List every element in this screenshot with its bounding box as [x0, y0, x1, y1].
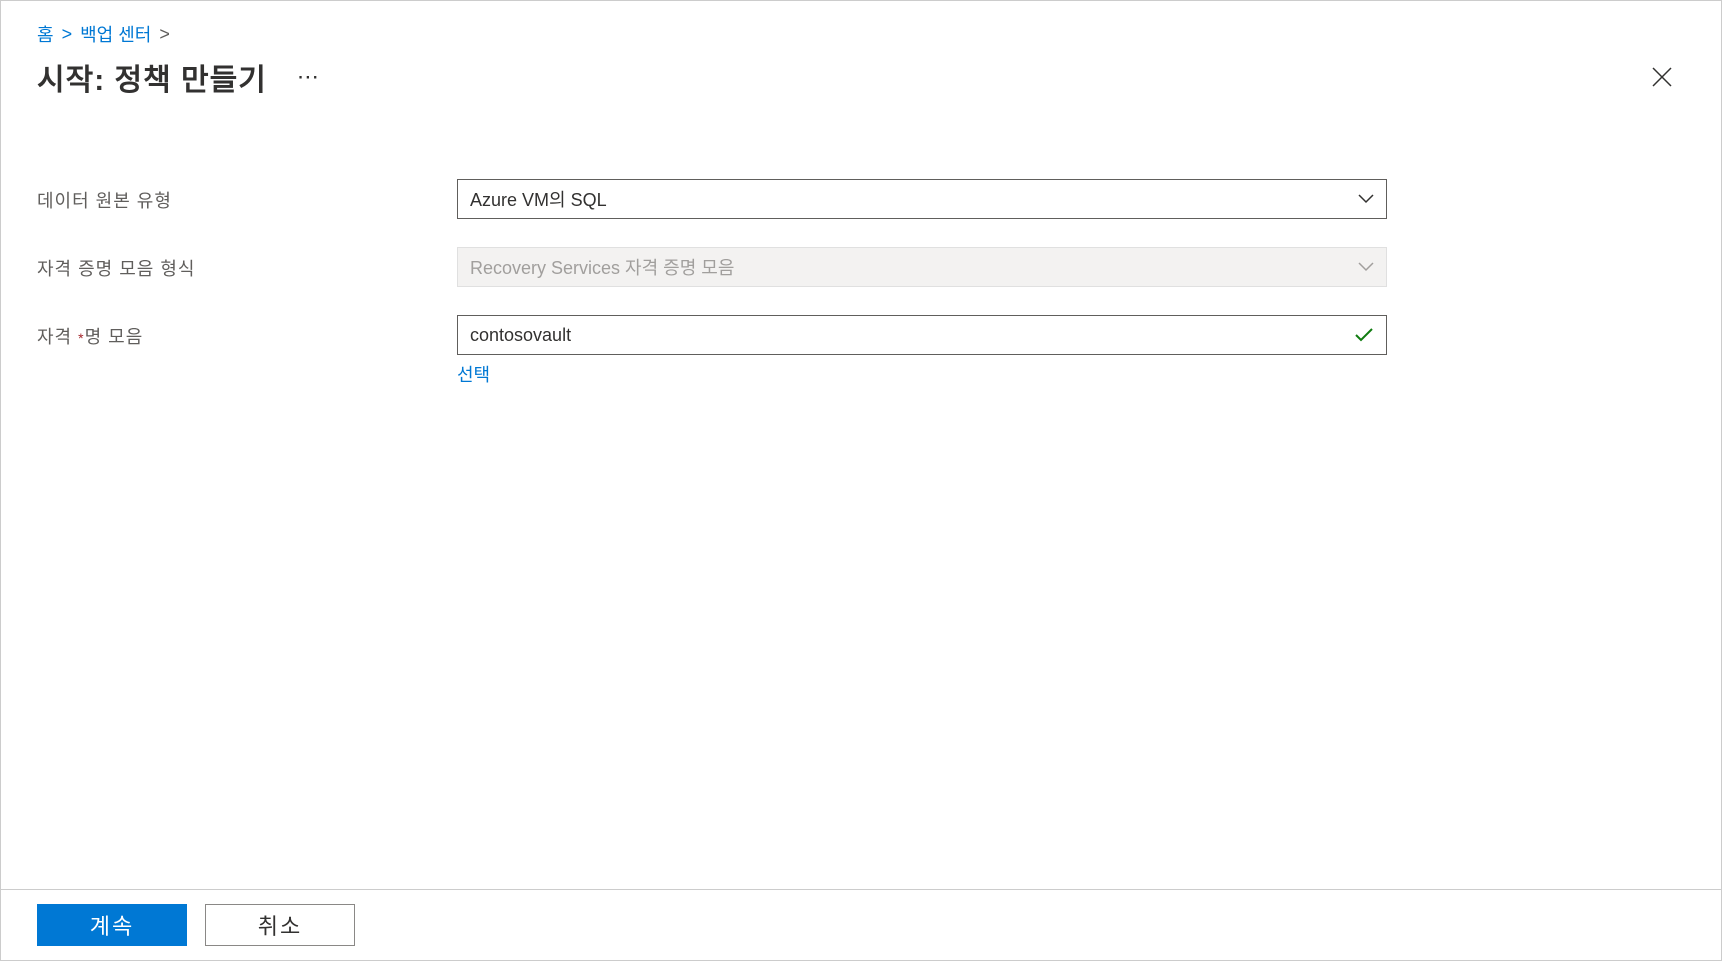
vault-input[interactable] [470, 325, 1354, 346]
chevron-down-icon [1358, 262, 1374, 272]
check-icon [1354, 327, 1374, 343]
vault-type-label: 자격 증명 모음 형식 [37, 247, 457, 281]
breadcrumb: 홈 > 백업 센터 > [37, 21, 1685, 47]
datasource-type-label: 데이터 원본 유형 [37, 179, 457, 213]
vault-input-wrapper[interactable] [457, 315, 1387, 355]
more-icon[interactable]: ⋯ [297, 64, 318, 90]
select-vault-link[interactable]: 선택 [457, 361, 490, 387]
vault-label: 자격 *명 모음 [37, 315, 457, 349]
chevron-right-icon: > [62, 24, 73, 45]
footer: 계속 취소 [1, 889, 1721, 960]
page-title: 시작: 정책 만들기 [37, 55, 267, 99]
datasource-type-dropdown[interactable]: Azure VM의 SQL [457, 179, 1387, 219]
chevron-down-icon [1358, 194, 1374, 204]
chevron-right-icon: > [159, 24, 170, 45]
cancel-button[interactable]: 취소 [205, 904, 355, 946]
breadcrumb-home[interactable]: 홈 [37, 21, 54, 47]
vault-type-dropdown: Recovery Services 자격 증명 모음 [457, 247, 1387, 287]
breadcrumb-backup-center[interactable]: 백업 센터 [80, 21, 151, 47]
close-icon[interactable] [1651, 66, 1673, 88]
continue-button[interactable]: 계속 [37, 904, 187, 946]
vault-type-value: Recovery Services 자격 증명 모음 [470, 254, 734, 280]
datasource-type-value: Azure VM의 SQL [470, 186, 607, 212]
